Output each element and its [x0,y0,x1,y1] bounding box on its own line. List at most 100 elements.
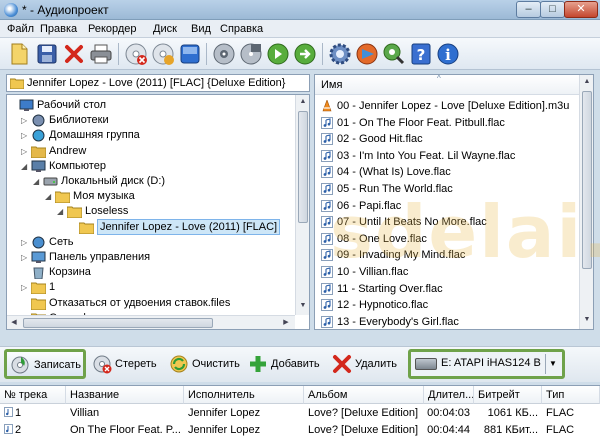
file-item[interactable]: 07 - Until It Beats No More.flac [321,214,577,230]
chevron-down-icon[interactable]: ▼ [545,354,560,374]
expand-arrow-icon[interactable]: ▷ [21,128,29,143]
file-item[interactable]: 01 - On The Floor Feat. Pitbull.flac [321,115,577,131]
tree-item[interactable]: ▷ Сеть [7,235,295,250]
tree-item[interactable]: Отказаться от удвоения ставок.files [7,296,295,311]
info-icon[interactable]: i [435,41,461,67]
app-disc-icon [4,3,18,17]
type-column-header[interactable]: Тип [542,386,600,404]
menu-recorder[interactable]: Рекордер [88,23,137,35]
expand-arrow-icon[interactable]: ▷ [21,280,29,295]
burn-button[interactable]: Записать [4,349,86,379]
expand-arrow-icon[interactable]: ▷ [21,144,29,159]
copy-disc-icon[interactable] [238,41,264,67]
save-icon[interactable] [34,41,60,67]
minimize-button[interactable]: – [516,1,541,18]
erase-disc-icon[interactable] [123,41,149,67]
new-disc-icon[interactable] [150,41,176,67]
tree-item[interactable]: ▷ Домашняя группа [7,128,295,143]
tree-item[interactable]: ▷ Andrew [7,144,295,159]
audio-note-icon [321,315,333,328]
file-item[interactable]: 05 - Run The World.flac [321,181,577,197]
help-icon[interactable]: ? [408,41,434,67]
menu-disc[interactable]: Диск [153,23,177,35]
track-number-column-header[interactable]: № трека [0,386,66,404]
collapse-arrow-icon[interactable]: ◢ [45,189,53,204]
album-column-cell: Love? [Deluxe Edition] [308,424,419,436]
scroll-down-arrow[interactable]: ▼ [581,313,593,327]
bitrate-column-header[interactable]: Битрейт [474,386,542,404]
files-vertical-scrollbar[interactable]: ▲ ▼ [579,75,593,329]
scroll-thumb[interactable] [298,111,308,223]
forward-icon[interactable] [292,41,318,67]
file-item[interactable]: 03 - I'm Into You Feat. Lil Wayne.flac [321,148,577,164]
tree-item[interactable]: ◢ Loseless [7,204,295,219]
file-name: 07 - Until It Beats No More.flac [337,216,487,229]
artist-column-header[interactable]: Исполнитель [184,386,304,404]
burn-image-icon[interactable] [211,41,237,67]
file-item[interactable]: 02 - Good Hit.flac [321,131,577,147]
scroll-down-arrow[interactable]: ▼ [297,299,309,313]
file-list[interactable]: ^ Имя 00 - Jennifer Lopez - Love [Deluxe… [314,74,594,330]
file-item[interactable]: 10 - Villian.flac [321,264,577,280]
tree-item-label: Компьютер [49,159,106,172]
file-item[interactable]: 00 - Jennifer Lopez - Love [Deluxe Editi… [321,98,577,114]
title-column-header[interactable]: Название [66,386,184,404]
tree-item[interactable]: ▷ Библиотеки [7,113,295,128]
maximize-button[interactable]: □ [540,1,565,18]
current-folder-path[interactable]: Jennifer Lopez - Love (2011) [FLAC] {Del… [6,74,310,92]
print-icon[interactable] [88,41,114,67]
track-table[interactable]: № трека Название Исполнитель Альбом Длител..… [0,385,600,441]
tree-item[interactable]: Корзина [7,265,295,280]
tree-item[interactable]: Рабочий стол [7,98,295,113]
tree-horizontal-scrollbar[interactable]: ◀ ▶ [7,315,295,329]
duration-column-cell: 00:04:44 [427,424,470,436]
collapse-arrow-icon[interactable]: ◢ [21,159,29,174]
scroll-left-arrow[interactable]: ◀ [7,316,21,329]
table-row[interactable]: 1 Villian Jennifer Lopez Love? [Deluxe Edit… [0,405,600,422]
menu-file[interactable]: Файл [7,23,34,35]
collapse-arrow-icon[interactable]: ◢ [57,204,65,219]
menu-view[interactable]: Вид [191,23,211,35]
tree-item[interactable]: ◢ Компьютер [7,159,295,174]
folder-tree[interactable]: Рабочий стол ▷ Библиотеки ▷ Домашняя группа ▷… [6,94,310,330]
expand-arrow-icon[interactable]: ▷ [21,235,29,250]
expand-arrow-icon[interactable]: ▷ [21,250,29,265]
disc-info-icon[interactable] [177,41,203,67]
tree-item[interactable]: ◢ Моя музыка [7,189,295,204]
close-button[interactable]: ✕ [564,1,598,18]
file-item[interactable]: 12 - Hypnotico.flac [321,297,577,313]
scroll-up-arrow[interactable]: ▲ [581,75,593,89]
file-item[interactable]: 11 - Starting Over.flac [321,281,577,297]
file-item[interactable]: 04 - (What Is) Love.flac [321,164,577,180]
new-project-icon[interactable] [6,41,32,67]
scroll-right-arrow[interactable]: ▶ [279,316,293,329]
collapse-arrow-icon[interactable]: ◢ [33,174,41,189]
album-column-header[interactable]: Альбом [304,386,424,404]
duration-column-header[interactable]: Длител... [424,386,474,404]
search-disc-icon[interactable] [381,41,407,67]
add-label: Добавить [271,358,320,370]
file-item[interactable]: 06 - Papi.flac [321,198,577,214]
table-row[interactable]: 2 On The Floor Feat. P... Jennifer Lopez Lo… [0,422,600,439]
file-item[interactable]: 08 - One Love.flac [321,231,577,247]
delete-icon[interactable] [61,41,87,67]
menu-help[interactable]: Справка [220,23,263,35]
play-icon[interactable] [265,41,291,67]
tree-item[interactable]: Jennifer Lopez - Love (2011) [FLAC] [7,218,295,235]
tree-item[interactable]: ◢ Локальный диск (D:) [7,174,295,189]
media-player-icon[interactable] [354,41,380,67]
tree-item[interactable]: ▷ Панель управления [7,250,295,265]
tree-item[interactable]: ▷ 1 [7,280,295,295]
scroll-thumb[interactable] [582,91,592,269]
options-gear-icon[interactable] [327,41,353,67]
menu-edit[interactable]: Правка [40,23,77,35]
scroll-up-arrow[interactable]: ▲ [297,95,309,109]
file-name: 08 - One Love.flac [337,232,427,245]
expand-arrow-icon[interactable]: ▷ [21,113,29,128]
file-item[interactable]: 13 - Everybody's Girl.flac [321,314,577,329]
scroll-thumb[interactable] [23,318,213,328]
name-column-header[interactable]: ^ Имя [315,75,579,95]
file-item[interactable]: 09 - Invading My Mind.flac [321,247,577,263]
drive-selector[interactable]: E: ATAPI iHAS124 B ▼ [408,349,565,379]
tree-vertical-scrollbar[interactable]: ▲ ▼ [295,95,309,315]
